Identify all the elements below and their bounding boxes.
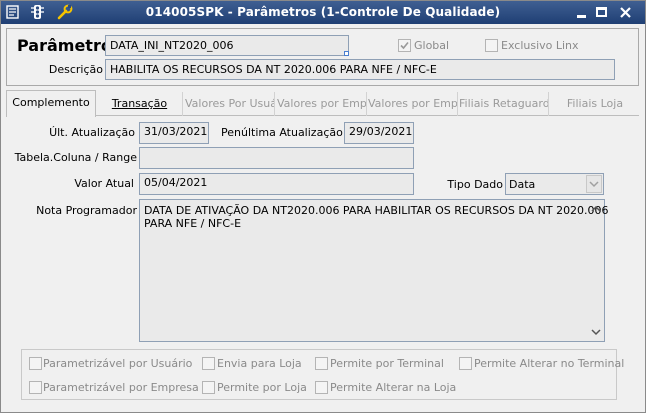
scroll-down-icon[interactable]: [589, 325, 603, 339]
title-bar[interactable]: 014005SPK - Parâmetros (1-Controle De Qu…: [1, 1, 645, 24]
penultima-atualizacao-field[interactable]: 29/03/2021: [344, 122, 414, 144]
parametros-window: 014005SPK - Parâmetros (1-Controle De Qu…: [0, 0, 646, 413]
tab-valores-empresa-2[interactable]: Valores por Empre: [368, 92, 458, 116]
parametro-field[interactable]: DATA_INI_NT2020_006: [105, 35, 349, 56]
permite-por-terminal-label: Permite por Terminal: [330, 357, 444, 370]
permite-por-loja-checkbox[interactable]: [202, 381, 215, 394]
global-label: Global: [414, 39, 450, 52]
envia-para-loja-label: Envia para Loja: [217, 357, 302, 370]
permite-alterar-loja-checkbox[interactable]: [315, 381, 328, 394]
minimize-icon: [576, 14, 586, 18]
valor-atual-field[interactable]: 05/04/2021: [139, 173, 414, 195]
descricao-label: Descrição: [48, 63, 103, 76]
envia-para-loja-checkbox[interactable]: [202, 357, 215, 370]
nota-programador-label: Nota Programador: [36, 204, 137, 217]
ult-atualizacao-field[interactable]: 31/03/2021: [139, 122, 209, 144]
penultima-atualizacao-label: Penúltima Atualização: [221, 126, 343, 139]
permite-por-loja-label: Permite por Loja: [217, 381, 307, 394]
tab-valores-empresa-1[interactable]: Valores por Empre: [277, 92, 367, 116]
tab-valores-usuario[interactable]: Valores Por Usuár: [185, 92, 275, 116]
tipo-dado-select[interactable]: Data: [505, 173, 604, 195]
checkmark-icon: [400, 41, 409, 50]
maximize-button[interactable]: [591, 3, 611, 21]
resize-handle-icon: [344, 51, 349, 56]
nota-programador-textarea[interactable]: DATA DE ATIVAÇÃO DA NT2020.006 PARA HABI…: [139, 199, 609, 342]
tab-filiais-loja[interactable]: Filiais Loja: [551, 92, 639, 116]
parametrizavel-usuario-checkbox[interactable]: [29, 357, 42, 370]
dropdown-button[interactable]: [586, 175, 602, 193]
permite-alterar-loja-label: Permite Alterar na Loja: [330, 381, 457, 394]
tabela-coluna-label: Tabela.Coluna / Range: [14, 151, 137, 164]
parametrizavel-usuario-label: Parametrizável por Usuário: [43, 357, 193, 370]
valor-atual-label: Valor Atual: [74, 177, 134, 190]
vertical-scrollbar[interactable]: [588, 200, 604, 341]
tab-complemento[interactable]: Complemento: [6, 90, 96, 117]
chevron-down-icon: [589, 181, 599, 188]
window-title: 014005SPK - Parâmetros (1-Controle De Qu…: [145, 5, 501, 19]
nota-line-2: PARA NFE / NFC-E: [144, 217, 242, 230]
permite-por-terminal-checkbox[interactable]: [315, 357, 328, 370]
global-checkbox[interactable]: [398, 39, 411, 52]
exclusivo-linx-checkbox[interactable]: [485, 39, 498, 52]
scroll-up-icon[interactable]: [589, 202, 603, 216]
parametro-label: Parâmetro: [17, 36, 112, 55]
exclusivo-linx-label: Exclusivo Linx: [501, 39, 579, 52]
close-button[interactable]: [615, 3, 635, 21]
tipo-dado-label: Tipo Dado: [447, 178, 503, 191]
close-icon: [619, 6, 631, 18]
minimize-button[interactable]: [571, 3, 591, 21]
tab-transacao[interactable]: Transação: [97, 92, 183, 116]
permite-alterar-terminal-label: Permite Alterar no Terminal: [474, 357, 625, 370]
tabela-coluna-field[interactable]: [139, 147, 414, 169]
tipo-dado-value: Data: [509, 178, 536, 191]
tab-filiais-retaguarda[interactable]: Filiais Retaguarda: [459, 92, 549, 116]
permite-alterar-terminal-checkbox[interactable]: [459, 357, 472, 370]
ult-atualizacao-label: Últ. Atualização: [49, 126, 135, 139]
nota-line-1: DATA DE ATIVAÇÃO DA NT2020.006 PARA HABI…: [144, 204, 609, 217]
parametrizavel-empresa-checkbox[interactable]: [29, 381, 42, 394]
parametrizavel-empresa-label: Parametrizável por Empresa: [43, 381, 199, 394]
maximize-icon: [595, 7, 607, 17]
descricao-field[interactable]: HABILITA OS RECURSOS DA NT 2020.006 PARA…: [105, 59, 615, 80]
